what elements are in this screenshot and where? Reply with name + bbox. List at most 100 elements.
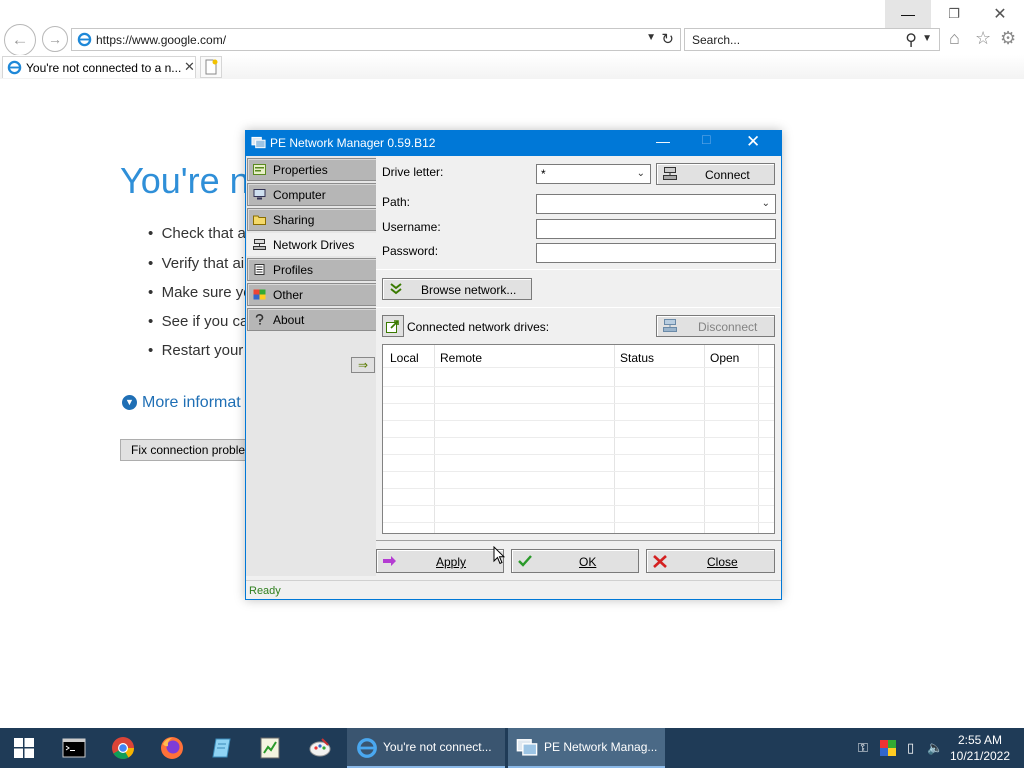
start-button[interactable] — [0, 728, 48, 768]
connect-button[interactable]: Connect — [656, 163, 775, 185]
dialog-minimize-button[interactable]: — — [656, 133, 670, 149]
home-icon[interactable]: ⌂ — [949, 28, 960, 49]
tab-label: About — [273, 313, 305, 327]
new-tab-icon — [205, 59, 218, 75]
chrome-icon[interactable] — [111, 736, 135, 760]
task-label: PE Network Manag... — [544, 740, 658, 754]
tab-about[interactable]: About — [247, 308, 376, 331]
window-minimize-button[interactable]: — — [885, 0, 931, 28]
usb-tray-icon[interactable]: ▯ — [907, 740, 914, 756]
network-manager-icon — [516, 739, 538, 756]
tab-title: You're not connected to a n... — [26, 61, 182, 75]
ok-button[interactable]: OK — [511, 549, 639, 573]
search-icon[interactable]: ⚲ — [905, 30, 917, 50]
address-dropdown-icon[interactable]: ▼ — [646, 32, 656, 43]
search-dropdown-icon[interactable]: ▼ — [922, 33, 932, 44]
taskbar-task-ie[interactable]: You're not connect... — [347, 728, 505, 768]
pe-network-manager-dialog: PE Network Manager 0.59.B12 — ☐ ✕ Proper… — [245, 130, 782, 600]
forward-arrow-icon: → — [48, 31, 62, 47]
ie-icon — [7, 60, 22, 75]
bullet-item: • Verify that ai — [148, 255, 245, 272]
search-input[interactable]: Search... — [692, 33, 740, 47]
tab-sharing[interactable]: Sharing — [247, 208, 376, 231]
ok-label: OK — [579, 555, 597, 569]
address-bar[interactable]: https://www.google.com/ ▼ ↻ — [71, 28, 681, 51]
column-header-status[interactable]: Status — [620, 351, 654, 365]
search-box[interactable]: Search... ⚲ ▼ — [684, 28, 940, 51]
browse-network-button[interactable]: Browse network... — [382, 278, 532, 300]
dialog-close-button[interactable]: ✕ — [746, 132, 760, 152]
tab-computer[interactable]: Computer — [247, 183, 376, 206]
chevron-down-icon: ⌄ — [636, 168, 645, 179]
export-icon — [386, 320, 399, 333]
separator — [376, 269, 780, 270]
column-header-open[interactable]: Open — [710, 351, 739, 365]
clock[interactable]: 2:55 AM 10/21/2022 — [945, 732, 1015, 764]
drive-letter-value: * — [541, 167, 546, 181]
grid-line — [383, 386, 774, 387]
dialog-title: PE Network Manager 0.59.B12 — [270, 136, 436, 150]
display-tray-icon[interactable] — [880, 740, 896, 756]
new-tab-button[interactable] — [200, 56, 222, 78]
separator — [376, 540, 781, 541]
taskbar-task-pe-network-manager[interactable]: PE Network Manag... — [508, 728, 665, 768]
dialog-title-bar[interactable]: PE Network Manager 0.59.B12 — ☐ ✕ — [246, 131, 781, 156]
dialog-maximize-button: ☐ — [701, 133, 712, 147]
username-field[interactable] — [536, 219, 776, 239]
arrow-right-icon — [383, 556, 396, 566]
window-close-button[interactable]: ✕ — [977, 0, 1023, 28]
browser-tab[interactable]: You're not connected to a n... ✕ — [2, 56, 196, 78]
chevron-down-icon: ▼ — [122, 395, 137, 410]
grid-line — [383, 471, 774, 472]
disconnect-button[interactable]: Disconnect — [656, 315, 775, 337]
task-label: You're not connect... — [383, 740, 492, 754]
forward-button[interactable]: → — [42, 26, 68, 52]
profiles-icon — [254, 264, 265, 275]
back-button[interactable]: ← — [4, 24, 36, 56]
bullet-text: Restart your — [161, 342, 244, 359]
firefox-icon[interactable] — [160, 736, 184, 760]
password-field[interactable] — [536, 243, 776, 263]
windows-logo-icon — [14, 738, 34, 758]
dialog-button-row: Apply OK Close — [376, 543, 780, 577]
tab-close-icon[interactable]: ✕ — [184, 59, 195, 75]
drive-letter-select[interactable]: * ⌄ — [536, 164, 651, 184]
tab-other[interactable]: Other — [247, 283, 376, 306]
grid-line — [383, 367, 774, 368]
more-information-link[interactable]: ▼ More informat — [122, 394, 241, 412]
close-button[interactable]: Close — [646, 549, 775, 573]
column-header-local[interactable]: Local — [390, 351, 419, 365]
tab-network-drives[interactable]: Network Drives — [247, 233, 378, 256]
network-tray-icon[interactable]: ⚿ — [858, 740, 868, 756]
refresh-icon[interactable]: ↻ — [661, 30, 674, 48]
expand-arrow-button[interactable]: ⇒ — [351, 357, 375, 373]
close-x-icon — [653, 555, 667, 568]
disconnect-label: Disconnect — [698, 320, 758, 334]
path-combobox[interactable]: ⌄ — [536, 194, 776, 214]
bullet-text: See if you ca — [161, 313, 249, 330]
network-manager-icon — [251, 136, 266, 149]
window-restore-button[interactable]: ❐ — [931, 0, 977, 28]
notepad-icon[interactable] — [210, 736, 234, 760]
spreadsheet-icon[interactable] — [258, 736, 282, 760]
network-drives-panel: Drive letter: * ⌄ Connect Path: ⌄ Userna… — [376, 156, 780, 541]
bullet-item: • Make sure yo — [148, 284, 252, 301]
apply-button[interactable]: Apply — [376, 549, 504, 573]
mouse-cursor-icon — [493, 546, 505, 565]
page-title: You're n — [120, 160, 250, 201]
separator — [376, 307, 780, 308]
grid-line — [383, 420, 774, 421]
tab-label: Network Drives — [273, 238, 355, 252]
gear-icon[interactable]: ⚙ — [1000, 28, 1016, 49]
paint-icon[interactable] — [308, 736, 332, 760]
favorites-star-icon[interactable]: ☆ — [975, 28, 991, 49]
grid-line — [383, 488, 774, 489]
tab-properties[interactable]: Properties — [247, 158, 376, 181]
export-button[interactable] — [382, 315, 404, 337]
volume-muted-icon[interactable]: 🔈 — [927, 740, 943, 756]
column-header-remote[interactable]: Remote — [440, 351, 482, 365]
connected-drives-table[interactable]: Local Remote Status Open — [382, 344, 775, 534]
grid-line — [383, 505, 774, 506]
command-prompt-icon[interactable] — [62, 736, 86, 760]
tab-profiles[interactable]: Profiles — [247, 258, 376, 281]
